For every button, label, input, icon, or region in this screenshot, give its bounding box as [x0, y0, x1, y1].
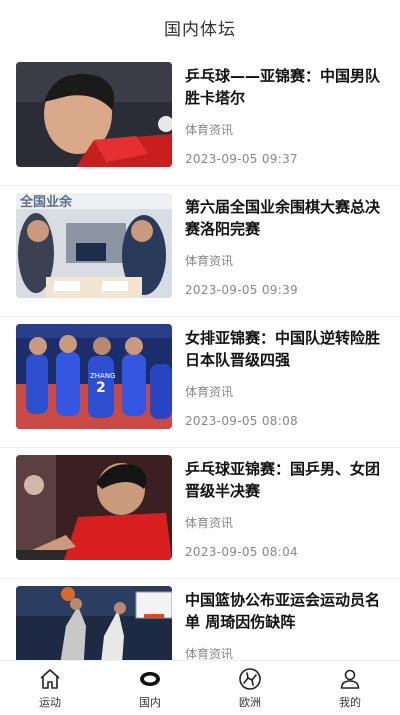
- bottom-tab-bar: 运动 国内 欧洲 我的: [0, 660, 400, 715]
- news-item[interactable]: 乒乓球——亚锦赛：中国男队胜卡塔尔 体育资讯 2023-09-05 09:37: [0, 55, 400, 186]
- tab-europe[interactable]: 欧洲: [200, 661, 300, 715]
- news-thumbnail: [16, 586, 172, 660]
- news-time: 2023-09-05 08:04: [185, 545, 298, 559]
- news-item[interactable]: 乒乓球亚锦赛：国乒男、女团晋级半决赛 体育资讯 2023-09-05 08:04: [0, 448, 400, 579]
- tab-sports[interactable]: 运动: [0, 661, 100, 715]
- news-thumbnail: ZHANG 2: [16, 324, 172, 429]
- app-header: 国内体坛: [0, 0, 400, 55]
- football-icon: [237, 667, 263, 691]
- thumbnail-banner-text: 全国业余: [19, 194, 73, 210]
- news-category: 体育资讯: [185, 254, 234, 268]
- person-icon: [337, 667, 363, 691]
- tab-label: 我的: [339, 695, 361, 709]
- news-thumbnail: [16, 62, 172, 167]
- news-title[interactable]: 第六届全国业余围棋大赛总决赛洛阳完赛: [185, 196, 384, 240]
- thumbnail-jersey-text: ZHANG: [90, 372, 116, 380]
- news-category: 体育资讯: [185, 516, 234, 530]
- news-item[interactable]: 全国业余 第六届全国业余围棋大赛总决赛洛阳完赛 体育资讯 2023-09-05 …: [0, 186, 400, 317]
- news-thumbnail: 全国业余: [16, 193, 172, 298]
- tab-label: 运动: [39, 695, 61, 709]
- ring-icon: [137, 667, 163, 691]
- news-item[interactable]: 中国篮协公布亚运会运动员名单 周琦因伤缺阵 体育资讯: [0, 579, 400, 660]
- news-list[interactable]: 乒乓球——亚锦赛：中国男队胜卡塔尔 体育资讯 2023-09-05 09:37 …: [0, 55, 400, 660]
- svg-text:2: 2: [96, 380, 106, 396]
- news-category: 体育资讯: [185, 123, 234, 137]
- news-time: 2023-09-05 09:39: [185, 283, 298, 297]
- tab-domestic[interactable]: 国内: [100, 661, 200, 715]
- news-title[interactable]: 女排亚锦赛：中国队逆转险胜日本队晋级四强: [185, 327, 384, 371]
- news-title[interactable]: 中国篮协公布亚运会运动员名单 周琦因伤缺阵: [185, 589, 384, 633]
- page-title: 国内体坛: [164, 20, 236, 40]
- news-time: 2023-09-05 09:37: [185, 152, 298, 166]
- news-category: 体育资讯: [185, 647, 234, 660]
- news-thumbnail: [16, 455, 172, 560]
- news-item[interactable]: ZHANG 2 女排亚锦赛：中国队逆转险胜日本队晋级四强 体育资讯 2023-0…: [0, 317, 400, 448]
- tab-label: 欧洲: [239, 695, 261, 709]
- news-category: 体育资讯: [185, 385, 234, 399]
- home-icon: [37, 667, 63, 691]
- news-title[interactable]: 乒乓球——亚锦赛：中国男队胜卡塔尔: [185, 65, 384, 109]
- news-time: 2023-09-05 08:08: [185, 414, 298, 428]
- tab-mine[interactable]: 我的: [300, 661, 400, 715]
- tab-label: 国内: [139, 695, 161, 709]
- news-title[interactable]: 乒乓球亚锦赛：国乒男、女团晋级半决赛: [185, 458, 384, 502]
